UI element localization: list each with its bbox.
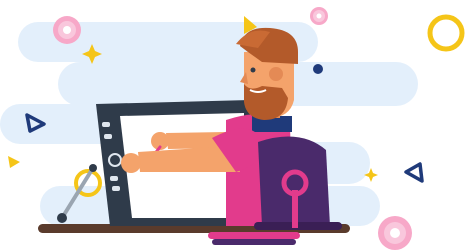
triangle-icon bbox=[404, 162, 424, 183]
donut-icon bbox=[53, 16, 81, 44]
donut-icon bbox=[310, 7, 328, 25]
donut-icon bbox=[378, 216, 412, 250]
ring-icon bbox=[427, 14, 465, 52]
dot-icon bbox=[313, 64, 323, 74]
triangle-icon bbox=[8, 156, 20, 168]
illustration-scene bbox=[0, 7, 465, 250]
